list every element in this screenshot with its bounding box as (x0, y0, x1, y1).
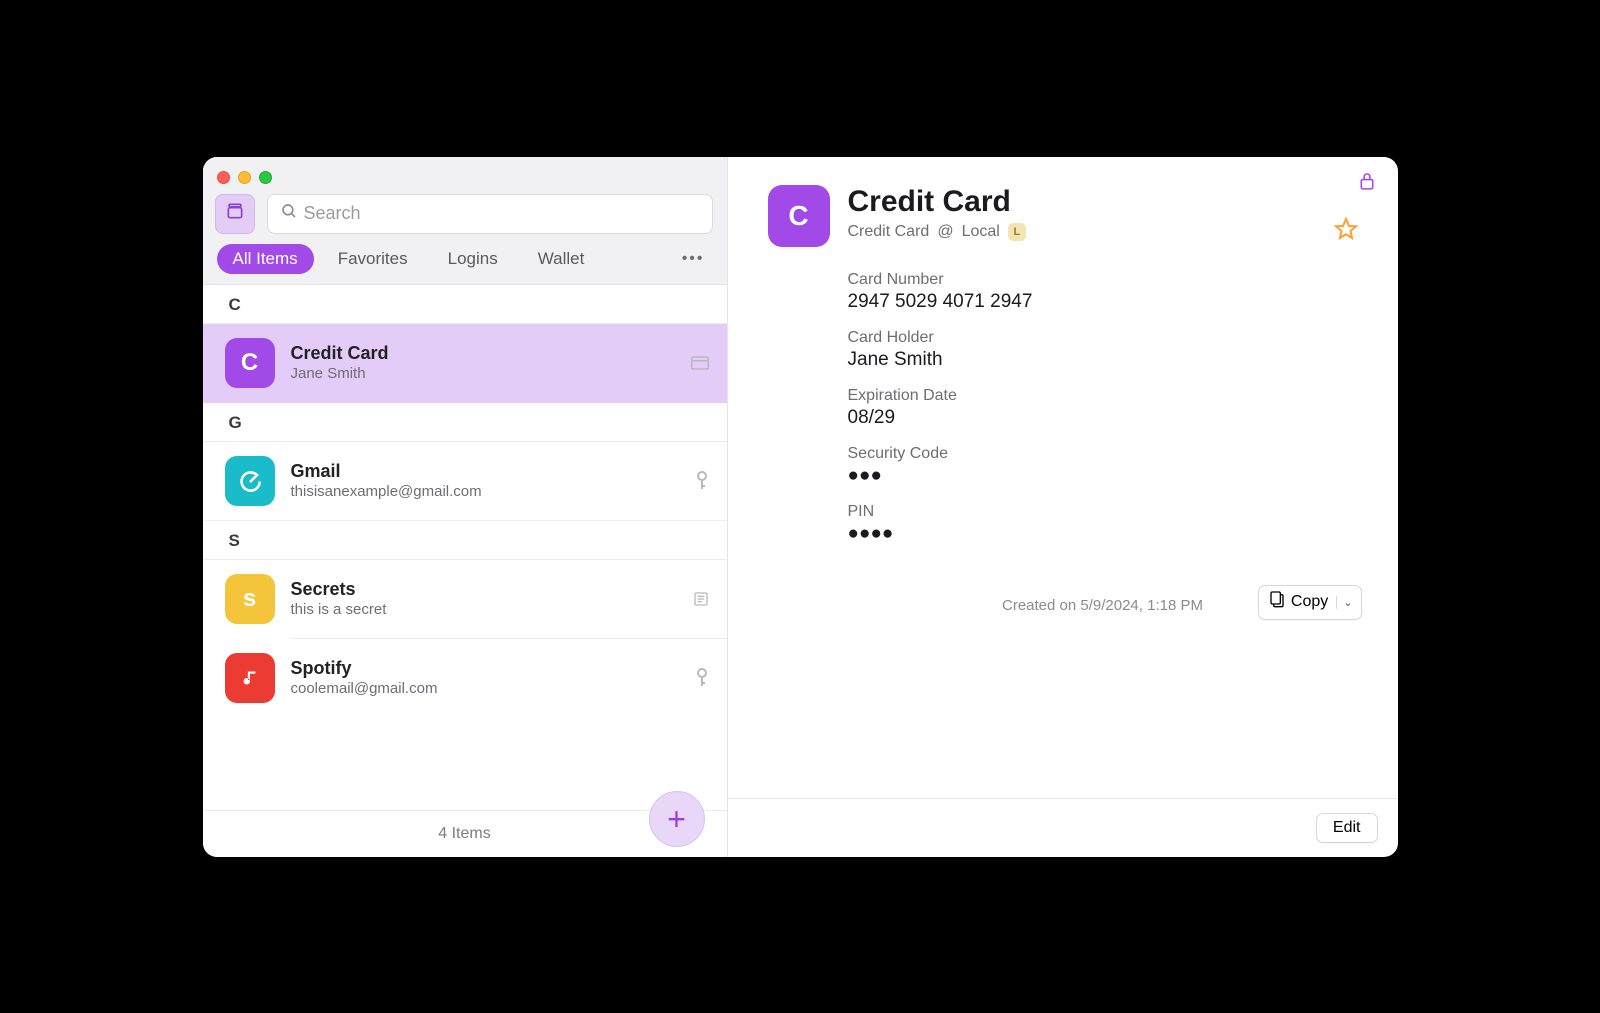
tab-favorites[interactable]: Favorites (322, 244, 424, 274)
close-window-button[interactable] (217, 171, 230, 184)
section-header-c: C (203, 285, 727, 324)
detail-item-icon: C (768, 185, 830, 247)
search-input[interactable] (304, 203, 700, 224)
tab-logins[interactable]: Logins (432, 244, 514, 274)
field-label: Card Number (848, 271, 1358, 289)
add-item-button[interactable]: + (649, 791, 705, 847)
field-value: ●●●● (848, 523, 1358, 545)
sidebar: All Items Favorites Logins Wallet ••• C … (203, 157, 728, 857)
tab-wallet[interactable]: Wallet (522, 244, 601, 274)
field-value: Jane Smith (848, 349, 1358, 371)
detail-title-wrap: Credit Card Credit Card @ Local L (848, 185, 1316, 241)
toolbar: All Items Favorites Logins Wallet ••• (203, 157, 727, 285)
field-security-code[interactable]: Security Code ●●● (848, 445, 1358, 487)
item-title: Secrets (291, 579, 677, 600)
list-item-credit-card[interactable]: C Credit Card Jane Smith (203, 324, 727, 403)
item-text: Spotify coolemail@gmail.com (291, 658, 679, 697)
field-expiration[interactable]: Expiration Date 08/29 (848, 387, 1358, 429)
search-icon (280, 202, 298, 225)
app-window: All Items Favorites Logins Wallet ••• C … (203, 157, 1398, 857)
detail-footer: Edit (728, 798, 1398, 857)
item-icon-credit-card: C (225, 338, 275, 388)
copy-label: Copy (1291, 593, 1328, 611)
list-footer: 4 Items + (203, 810, 727, 857)
detail-subtitle: Credit Card @ Local L (848, 223, 1316, 241)
field-card-holder[interactable]: Card Holder Jane Smith (848, 329, 1358, 371)
detail-type: Credit Card (848, 223, 930, 241)
detail-vault-name: Local (962, 223, 1000, 241)
field-label: Card Holder (848, 329, 1358, 347)
detail-pane: C Credit Card Credit Card @ Local L Card… (728, 157, 1398, 857)
item-title: Spotify (291, 658, 679, 679)
search-row (203, 184, 727, 244)
key-icon (695, 668, 709, 688)
key-icon (695, 471, 709, 491)
item-icon-spotify (225, 653, 275, 703)
search-field[interactable] (267, 194, 713, 234)
field-value: 08/29 (848, 407, 1358, 429)
tab-all-items[interactable]: All Items (217, 244, 314, 274)
list-item-gmail[interactable]: Gmail thisisanexample@gmail.com (203, 442, 727, 521)
note-icon (693, 591, 709, 607)
vault-selector-button[interactable] (215, 194, 255, 234)
field-label: PIN (848, 503, 1358, 521)
edit-button[interactable]: Edit (1316, 813, 1378, 843)
field-value: 2947 5029 4071 2947 (848, 291, 1358, 313)
field-value: ●●● (848, 465, 1358, 487)
filter-tabs: All Items Favorites Logins Wallet ••• (203, 244, 727, 284)
tabs-more-button[interactable]: ••• (674, 246, 713, 272)
field-pin[interactable]: PIN ●●●● (848, 503, 1358, 545)
field-card-number[interactable]: Card Number 2947 5029 4071 2947 (848, 271, 1358, 313)
chevron-down-icon: ⌄ (1336, 596, 1352, 609)
at-symbol: @ (937, 223, 953, 241)
item-title: Credit Card (291, 343, 675, 364)
credit-card-icon (691, 356, 709, 370)
favorite-button[interactable] (1334, 217, 1358, 246)
item-list: C C Credit Card Jane Smith G Gmail th (203, 285, 727, 810)
detail-fields: Card Number 2947 5029 4071 2947 Card Hol… (728, 247, 1398, 798)
item-subtitle: Jane Smith (291, 365, 675, 382)
item-count: 4 Items (438, 825, 490, 843)
archive-icon (225, 201, 245, 226)
item-subtitle: thisisanexample@gmail.com (291, 483, 679, 500)
section-header-s: S (203, 521, 727, 560)
item-subtitle: coolemail@gmail.com (291, 680, 679, 697)
field-label: Security Code (848, 445, 1358, 463)
list-item-secrets[interactable]: s Secrets this is a secret (203, 560, 727, 638)
plus-icon: + (667, 803, 686, 835)
item-title: Gmail (291, 461, 679, 482)
copy-button[interactable]: Copy ⌄ (1258, 585, 1362, 620)
item-text: Secrets this is a secret (291, 579, 677, 618)
clipboard-icon (1269, 591, 1285, 614)
list-item-spotify[interactable]: Spotify coolemail@gmail.com (203, 639, 727, 717)
section-header-g: G (203, 403, 727, 442)
window-controls (203, 165, 727, 184)
item-text: Credit Card Jane Smith (291, 343, 675, 382)
minimize-window-button[interactable] (238, 171, 251, 184)
detail-header: C Credit Card Credit Card @ Local L (728, 157, 1398, 247)
field-label: Expiration Date (848, 387, 1358, 405)
vault-badge: L (1008, 223, 1026, 241)
item-icon-secrets: s (225, 574, 275, 624)
detail-title: Credit Card (848, 185, 1316, 219)
item-text: Gmail thisisanexample@gmail.com (291, 461, 679, 500)
lock-button[interactable] (1358, 171, 1376, 196)
zoom-window-button[interactable] (259, 171, 272, 184)
item-subtitle: this is a secret (291, 601, 677, 618)
item-icon-gmail (225, 456, 275, 506)
